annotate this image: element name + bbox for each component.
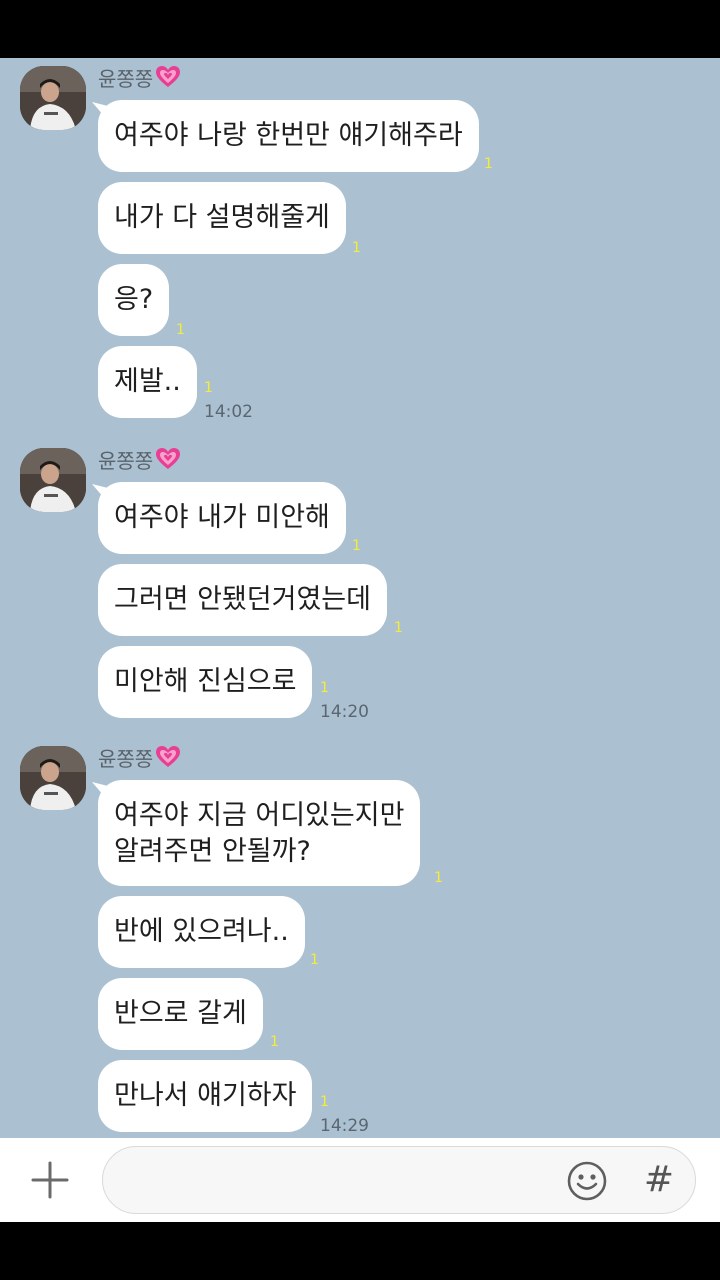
heart-icon — [155, 745, 181, 777]
heart-icon — [155, 65, 181, 97]
unread-count: 1 — [270, 1034, 279, 1050]
message-bubble[interactable]: 반으로 갈게 — [98, 978, 263, 1050]
profile-avatar[interactable] — [20, 66, 86, 130]
message-bubble[interactable]: 여주야 내가 미안해 — [98, 482, 346, 554]
message-bubble[interactable]: 응? — [98, 264, 170, 336]
message-bubble[interactable]: 제발.. — [98, 346, 197, 418]
unread-count: 1 — [310, 952, 319, 968]
unread-count: 1 — [204, 380, 213, 396]
unread-count: 1 — [484, 156, 493, 172]
smiley-icon[interactable] — [565, 1159, 609, 1203]
message-text-line: 여주야 지금 어디있는지만 — [114, 800, 405, 831]
sender-name: 윤쫑쫑 — [98, 744, 181, 774]
heart-icon — [155, 447, 181, 479]
unread-count: 1 — [320, 680, 329, 696]
message-bubble[interactable]: 여주야 나랑 한번만 얘기해주라 — [98, 100, 479, 172]
message-input-box[interactable]: # — [102, 1146, 696, 1214]
message-bubble[interactable]: 만나서 얘기하자 — [98, 1060, 313, 1132]
message-bubble[interactable]: 내가 다 설명해줄게 — [98, 182, 346, 254]
chat-area[interactable]: 윤쫑쫑 여주야 나랑 한번만 얘기해주라 1 내가 다 설명해줄게 1 응? 1… — [0, 58, 720, 1138]
message-input[interactable] — [127, 1161, 561, 1203]
input-bar: # — [0, 1138, 720, 1222]
message-text: 반에 있으려나.. — [114, 916, 289, 947]
message-text: 응? — [114, 284, 154, 315]
message-text: 미안해 진심으로 — [114, 666, 297, 697]
unread-count: 1 — [394, 620, 403, 636]
message-bubble[interactable]: 여주야 지금 어디있는지만 알려주면 안될까? — [98, 780, 421, 886]
message-text: 그러면 안됐던거였는데 — [114, 584, 371, 615]
unread-count: 1 — [352, 538, 361, 554]
message-text: 여주야 나랑 한번만 얘기해주라 — [114, 120, 463, 151]
message-time: 14:29 — [320, 1116, 369, 1136]
unread-count: 1 — [352, 240, 361, 256]
message-bubble[interactable]: 반에 있으려나.. — [98, 896, 305, 968]
sender-name: 윤쫑쫑 — [98, 446, 181, 476]
message-text: 제발.. — [114, 366, 181, 397]
unread-count: 1 — [320, 1094, 329, 1110]
message-text: 반으로 갈게 — [114, 998, 247, 1029]
message-bubble[interactable]: 미안해 진심으로 — [98, 646, 313, 718]
message-text: 만나서 얘기하자 — [114, 1080, 297, 1111]
hash-icon[interactable]: # — [639, 1157, 679, 1203]
message-bubble[interactable]: 그러면 안됐던거였는데 — [98, 564, 387, 636]
unread-count: 1 — [176, 322, 185, 338]
plus-icon[interactable] — [30, 1160, 70, 1200]
message-time: 14:20 — [320, 702, 369, 722]
message-text-line: 알려주면 안될까? — [114, 836, 311, 867]
sender-name: 윤쫑쫑 — [98, 64, 181, 94]
profile-avatar[interactable] — [20, 448, 86, 512]
unread-count: 1 — [434, 870, 443, 886]
message-text: 여주야 내가 미안해 — [114, 502, 330, 533]
message-text: 내가 다 설명해줄게 — [114, 202, 330, 233]
message-time: 14:02 — [204, 402, 253, 422]
profile-avatar[interactable] — [20, 746, 86, 810]
